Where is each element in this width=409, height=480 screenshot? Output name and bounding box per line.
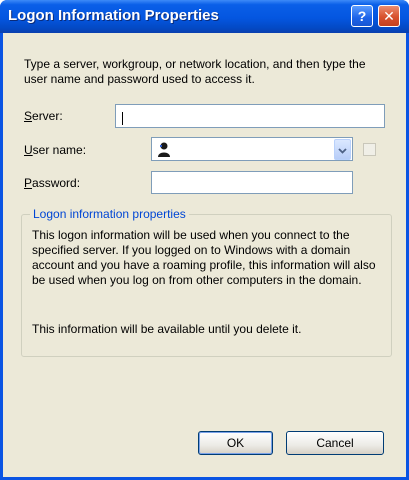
password-label: Password:	[24, 176, 81, 190]
instructions-text: Type a server, workgroup, or network loc…	[24, 57, 366, 86]
dialog-client-area: Type a server, workgroup, or network loc…	[3, 33, 406, 477]
text-caret	[122, 112, 123, 125]
username-label: User name:	[24, 143, 87, 157]
help-button[interactable]: ?	[351, 5, 373, 27]
close-button[interactable]: ✕	[378, 5, 400, 27]
dialog-window: Logon Information Properties ? ✕ Type a …	[0, 0, 409, 480]
help-icon: ?	[357, 8, 367, 24]
availability-note: This information will be available until…	[32, 322, 302, 336]
logon-info-groupbox: Logon information properties This logon …	[21, 207, 392, 357]
window-title: Logon Information Properties	[8, 7, 219, 24]
ok-button[interactable]: OK	[198, 431, 273, 455]
close-icon: ✕	[383, 7, 395, 24]
groupbox-description: This logon information will be used when…	[32, 228, 376, 287]
username-combobox[interactable]	[151, 137, 353, 161]
groupbox-title: Logon information properties	[30, 207, 189, 221]
cancel-button[interactable]: Cancel	[286, 431, 384, 455]
title-bar[interactable]: Logon Information Properties ? ✕	[0, 0, 409, 33]
username-dropdown-button[interactable]	[334, 139, 351, 160]
server-input[interactable]	[115, 104, 385, 128]
user-account-icon	[156, 141, 172, 160]
chevron-down-icon	[338, 143, 347, 157]
server-label: Server:	[24, 109, 63, 123]
password-input[interactable]	[151, 171, 353, 194]
browse-users-button[interactable]	[363, 143, 376, 156]
